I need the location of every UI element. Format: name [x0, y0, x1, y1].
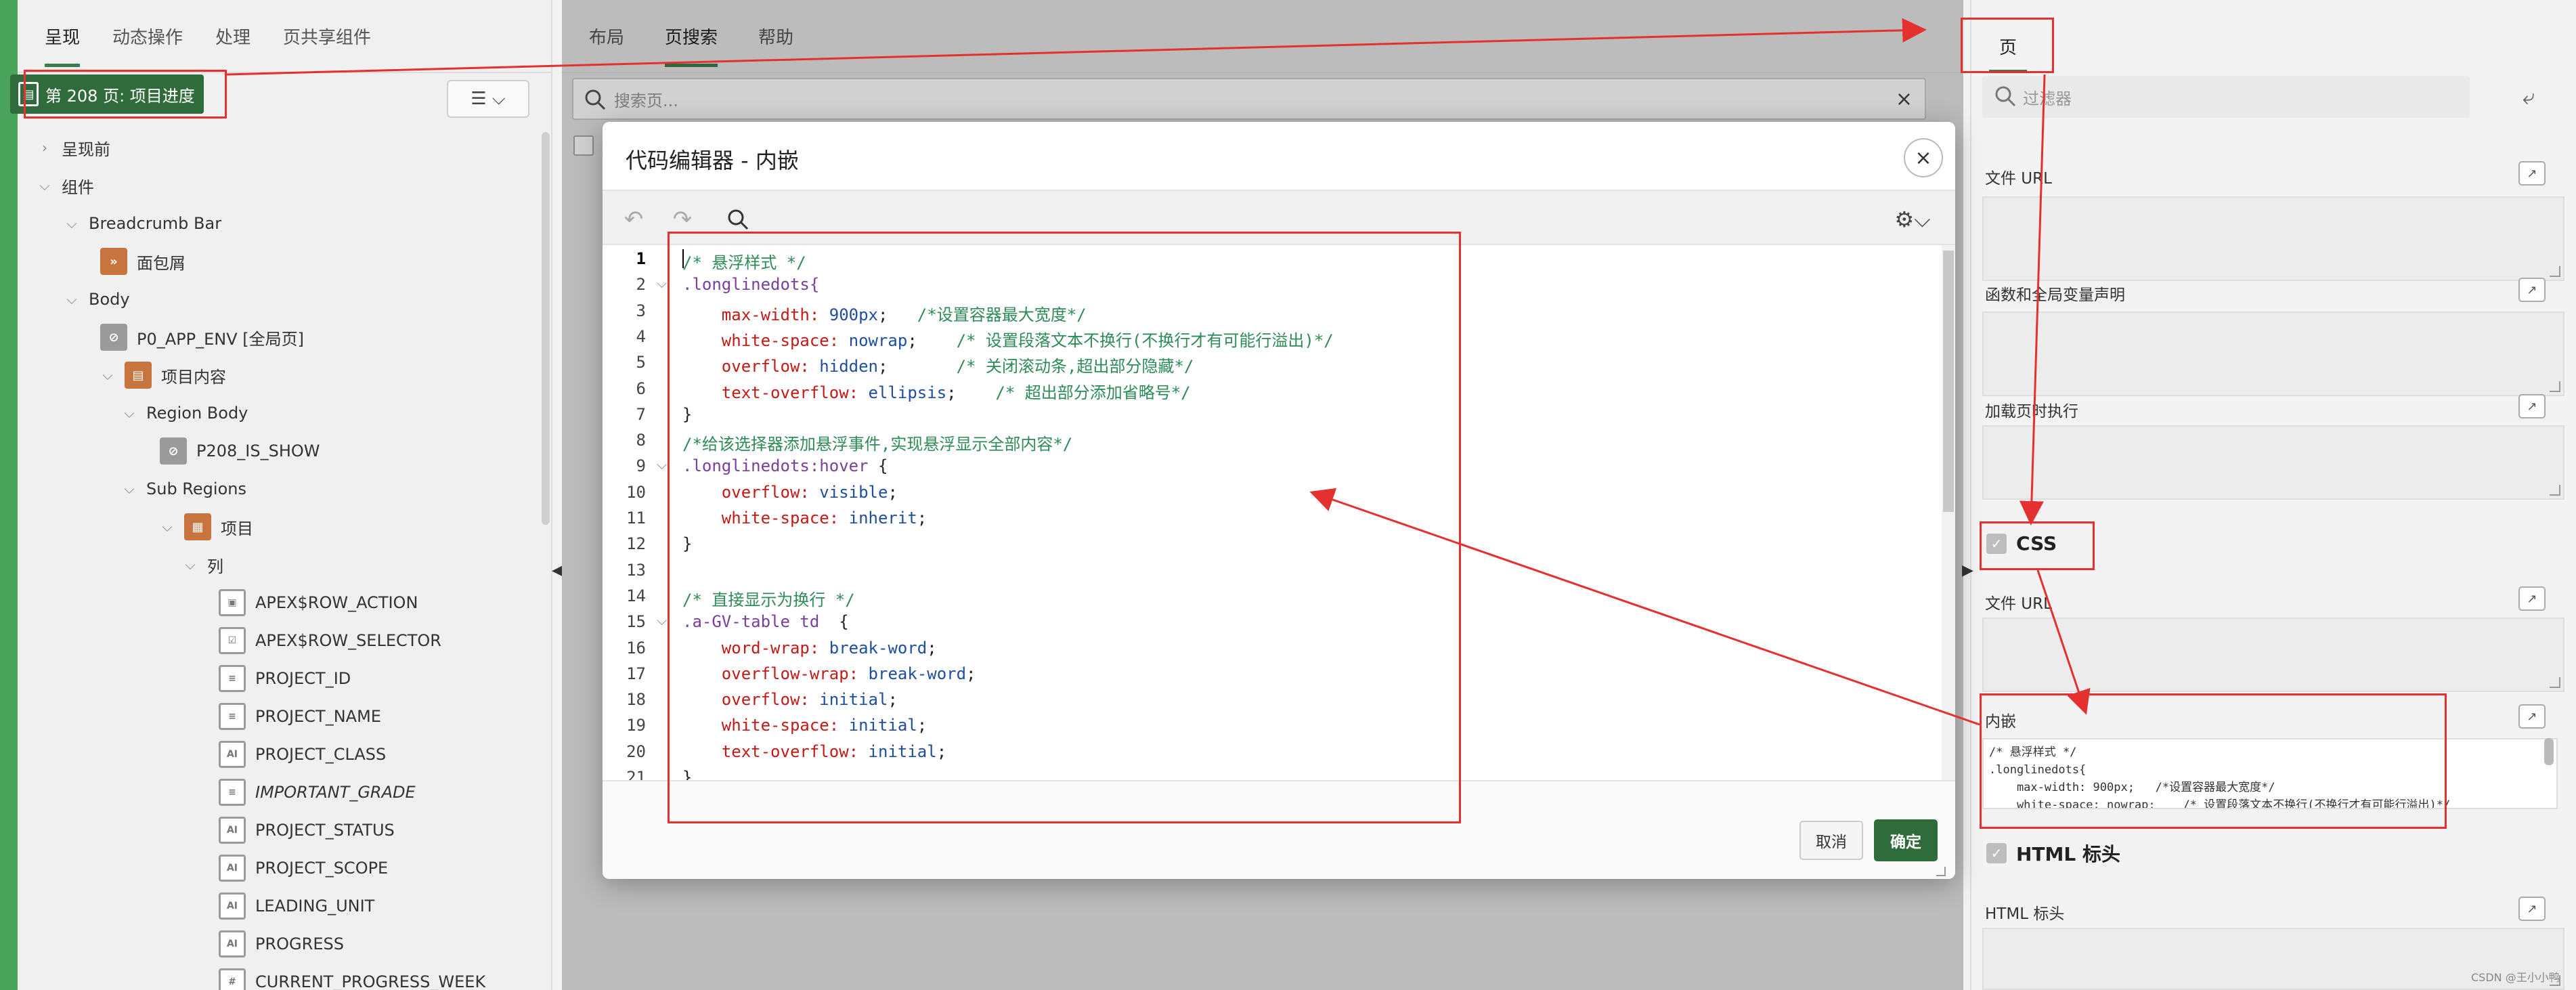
annotation-arrows [226, 18, 2091, 726]
